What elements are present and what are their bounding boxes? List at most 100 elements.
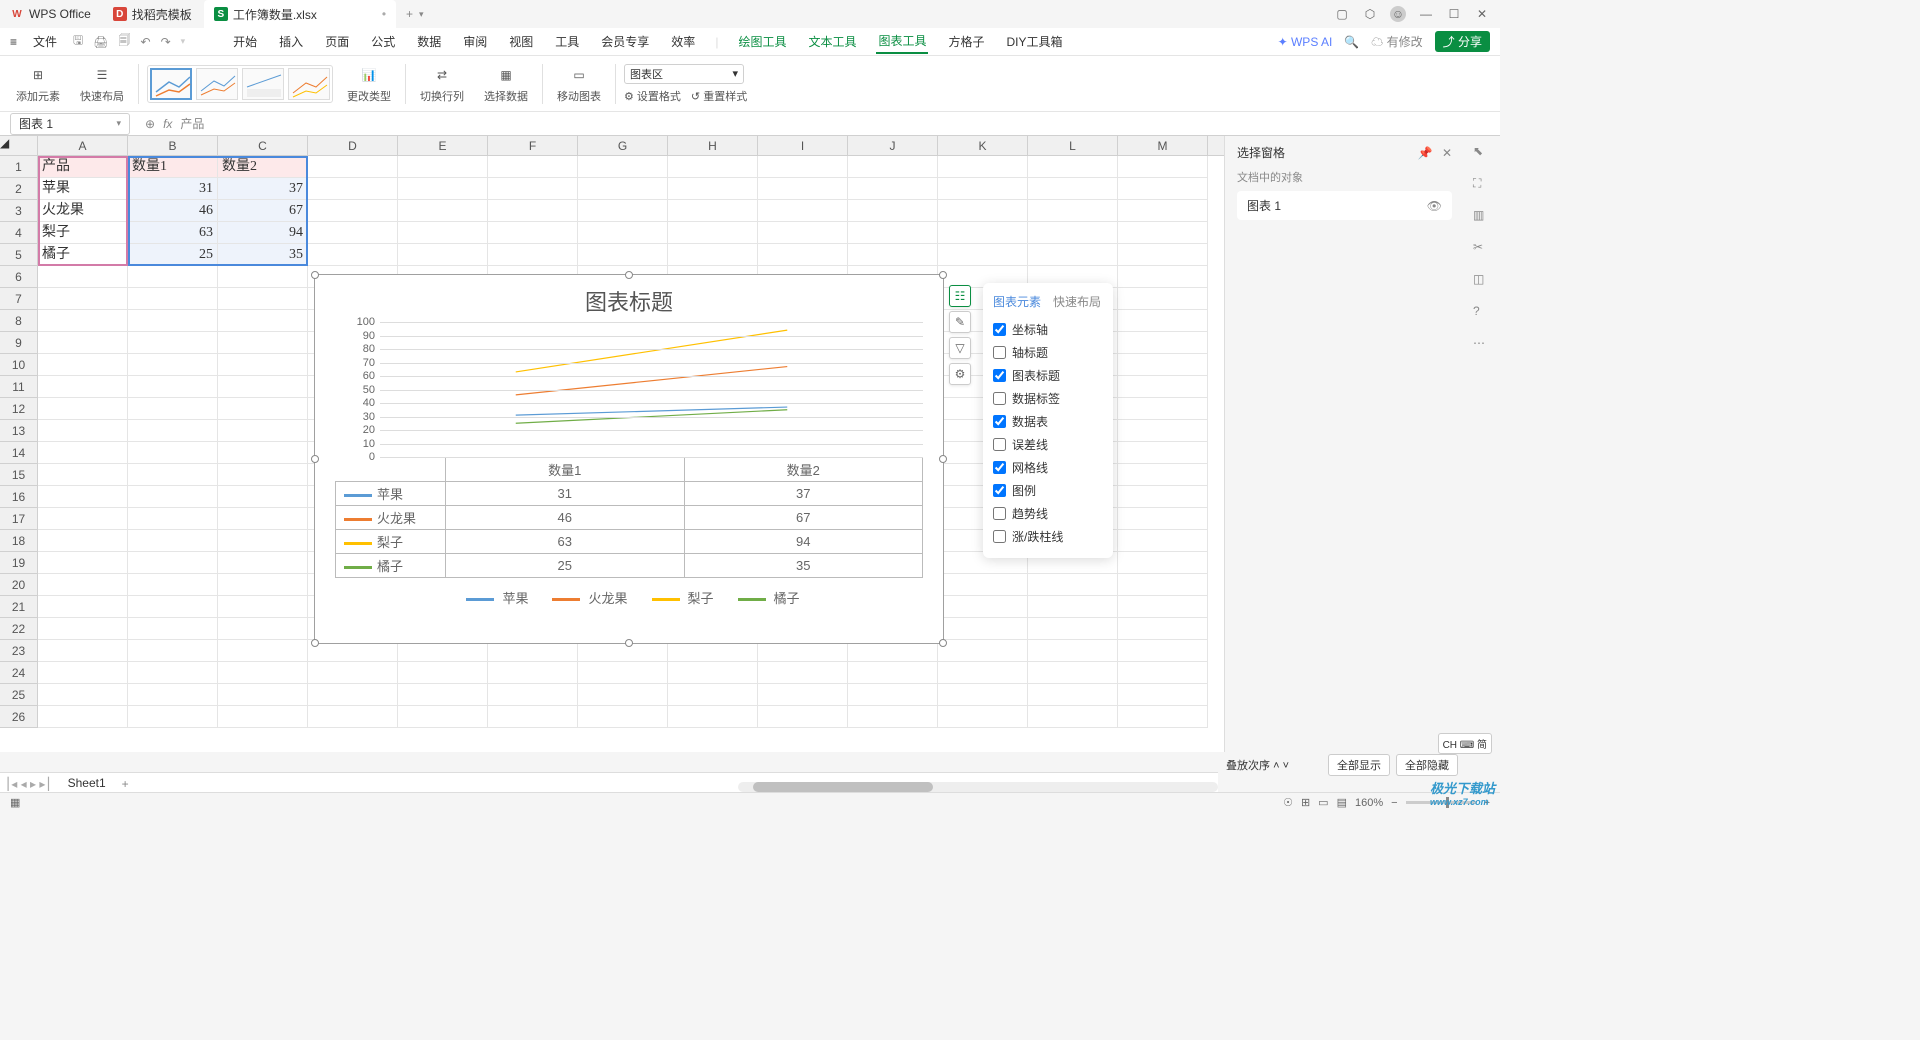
row-header[interactable]: 12: [0, 398, 38, 420]
tab-formula[interactable]: 公式: [369, 30, 397, 53]
cell[interactable]: [938, 156, 1028, 178]
cell[interactable]: [1118, 222, 1208, 244]
cell[interactable]: [1028, 706, 1118, 728]
cell[interactable]: [38, 574, 128, 596]
cell[interactable]: [398, 156, 488, 178]
move-chart-button[interactable]: ▭ 移动图表: [551, 64, 607, 104]
hamburger-icon[interactable]: ≡: [10, 35, 17, 49]
show-all-button[interactable]: 全部显示: [1328, 754, 1390, 776]
cell[interactable]: [218, 310, 308, 332]
row-header[interactable]: 2: [0, 178, 38, 200]
view-grid-icon[interactable]: ⊞: [1301, 796, 1310, 809]
cell[interactable]: [218, 618, 308, 640]
cell[interactable]: [128, 618, 218, 640]
cell[interactable]: [488, 178, 578, 200]
order-down-icon[interactable]: ˅: [1283, 760, 1289, 772]
cell[interactable]: [308, 244, 398, 266]
cell[interactable]: [1118, 332, 1208, 354]
cell[interactable]: [1118, 420, 1208, 442]
cell[interactable]: [1028, 200, 1118, 222]
maximize-button[interactable]: ☐: [1446, 6, 1462, 22]
cell[interactable]: [1028, 178, 1118, 200]
row-header[interactable]: 5: [0, 244, 38, 266]
print-preview-icon[interactable]: 🗐: [119, 31, 131, 52]
formula-content[interactable]: 产品: [180, 115, 204, 132]
tab-charttool[interactable]: 图表工具: [876, 29, 928, 54]
cell[interactable]: [668, 706, 758, 728]
row-header[interactable]: 10: [0, 354, 38, 376]
cell[interactable]: [128, 354, 218, 376]
tab-view[interactable]: 视图: [507, 30, 535, 53]
cell[interactable]: [218, 596, 308, 618]
cell[interactable]: [218, 420, 308, 442]
cell[interactable]: [758, 706, 848, 728]
cell[interactable]: [38, 376, 128, 398]
rail-help-icon[interactable]: ?: [1473, 304, 1491, 322]
cell[interactable]: [668, 178, 758, 200]
expand-fx-icon[interactable]: ⊕: [145, 117, 155, 131]
window-cube-icon[interactable]: ⬡: [1362, 6, 1378, 22]
cell[interactable]: [218, 552, 308, 574]
cell[interactable]: [488, 662, 578, 684]
popup-checkbox-item[interactable]: 涨/跌柱线: [993, 525, 1103, 548]
row-header[interactable]: 9: [0, 332, 38, 354]
cell[interactable]: [38, 684, 128, 706]
app-tab-file[interactable]: S 工作簿数量.xlsx •: [204, 0, 396, 28]
cell[interactable]: [488, 222, 578, 244]
cell[interactable]: [938, 222, 1028, 244]
cell[interactable]: [128, 266, 218, 288]
avatar-icon[interactable]: ☺: [1390, 6, 1406, 22]
rail-expand-icon[interactable]: ⛶: [1473, 176, 1491, 194]
col-header[interactable]: B: [128, 136, 218, 155]
cell[interactable]: [38, 530, 128, 552]
cell[interactable]: [1118, 662, 1208, 684]
tab-fangge[interactable]: 方格子: [946, 30, 986, 53]
cell[interactable]: 梨子: [38, 222, 128, 244]
cell[interactable]: [1118, 266, 1208, 288]
cell[interactable]: 67: [218, 200, 308, 222]
col-header[interactable]: H: [668, 136, 758, 155]
chart-style-2[interactable]: [196, 68, 238, 100]
row-header[interactable]: 16: [0, 486, 38, 508]
cell[interactable]: [38, 640, 128, 662]
cell[interactable]: [758, 244, 848, 266]
cell[interactable]: [1028, 684, 1118, 706]
cell[interactable]: [218, 442, 308, 464]
cell[interactable]: [218, 640, 308, 662]
cell[interactable]: [308, 200, 398, 222]
cell[interactable]: [308, 156, 398, 178]
cell[interactable]: [398, 244, 488, 266]
chart-style-4[interactable]: [288, 68, 330, 100]
tab-review[interactable]: 审阅: [461, 30, 489, 53]
chart-style-3[interactable]: [242, 68, 284, 100]
popup-checkbox-item[interactable]: 误差线: [993, 433, 1103, 456]
row-header[interactable]: 1: [0, 156, 38, 178]
cell[interactable]: [1118, 574, 1208, 596]
cell[interactable]: [758, 684, 848, 706]
cell[interactable]: [38, 552, 128, 574]
row-header[interactable]: 19: [0, 552, 38, 574]
cell[interactable]: 35: [218, 244, 308, 266]
row-header[interactable]: 18: [0, 530, 38, 552]
cell[interactable]: [668, 244, 758, 266]
cell[interactable]: [758, 662, 848, 684]
cell[interactable]: [758, 178, 848, 200]
cell[interactable]: [578, 706, 668, 728]
cell[interactable]: [38, 618, 128, 640]
popup-tab-elements[interactable]: 图表元素: [993, 293, 1041, 310]
row-header[interactable]: 17: [0, 508, 38, 530]
minimize-button[interactable]: —: [1418, 6, 1434, 22]
cell[interactable]: [938, 244, 1028, 266]
cell[interactable]: [1118, 200, 1208, 222]
cell[interactable]: [398, 222, 488, 244]
cell[interactable]: 46: [128, 200, 218, 222]
cloud-mod-icon[interactable]: ☁ 有修改: [1371, 33, 1422, 50]
tab-insert[interactable]: 插入: [277, 30, 305, 53]
select-data-button[interactable]: ▦ 选择数据: [478, 64, 534, 104]
row-header[interactable]: 26: [0, 706, 38, 728]
tab-start[interactable]: 开始: [231, 30, 259, 53]
cell[interactable]: [398, 200, 488, 222]
rail-more-icon[interactable]: ⋯: [1473, 336, 1491, 354]
view-read-icon[interactable]: ▤: [1337, 796, 1347, 809]
cell[interactable]: [38, 706, 128, 728]
